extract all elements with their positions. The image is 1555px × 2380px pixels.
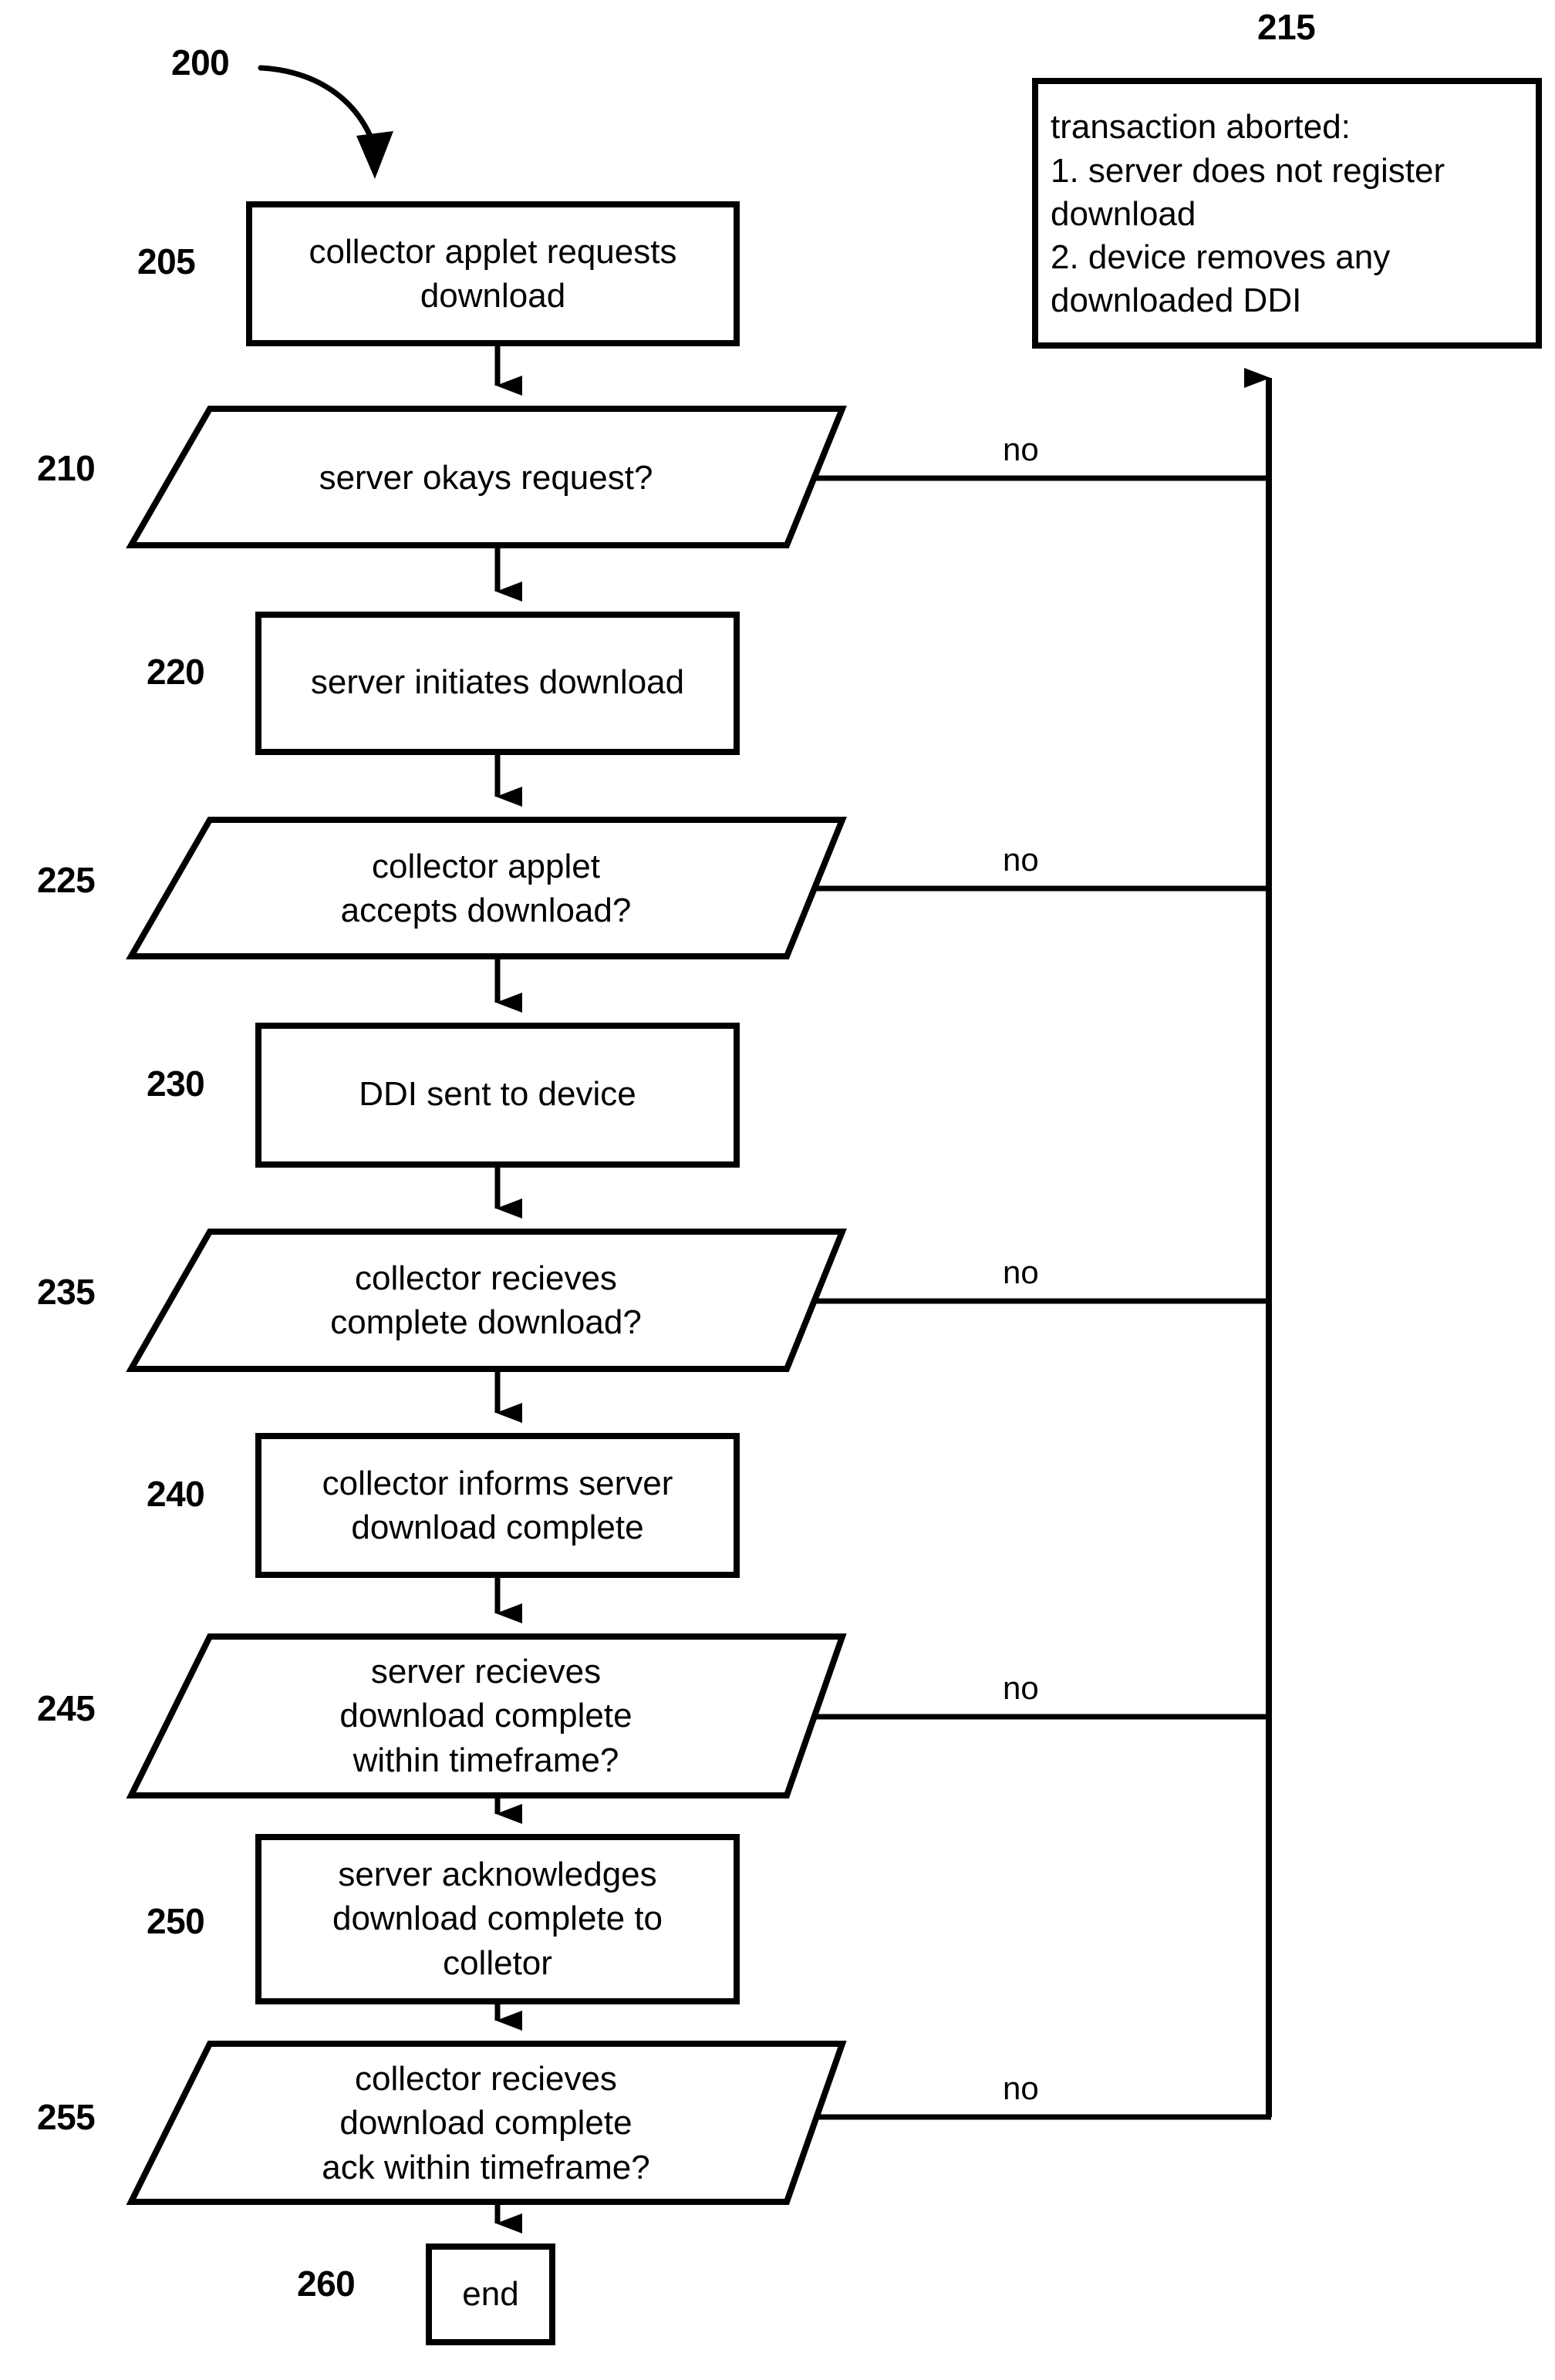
node-205-ref: 205 <box>137 241 196 281</box>
node-260[interactable] <box>429 2247 552 2342</box>
node-250-ref: 250 <box>147 1901 205 1941</box>
branch-label-no-235: no <box>1003 1254 1039 1290</box>
node-240-ref: 240 <box>147 1474 205 1514</box>
branch-label-no-210: no <box>1003 431 1039 467</box>
node-255[interactable] <box>131 2044 842 2202</box>
node-250[interactable] <box>258 1837 737 2001</box>
node-245[interactable] <box>131 1637 842 1795</box>
node-230[interactable] <box>258 1026 737 1165</box>
node-215[interactable] <box>1035 81 1539 346</box>
node-235-ref: 235 <box>37 1272 96 1312</box>
no-branch-connectors <box>815 475 1271 2120</box>
branch-label-no-245: no <box>1003 1670 1039 1706</box>
figure-ref-number: 200 <box>171 42 230 83</box>
node-230-ref: 230 <box>147 1064 205 1104</box>
node-225[interactable] <box>131 820 842 956</box>
flowchart-vector-layer <box>126 65 1542 2345</box>
node-210[interactable] <box>131 409 842 545</box>
branch-label-no-255: no <box>1003 2070 1039 2106</box>
node-220[interactable] <box>258 615 737 752</box>
flowchart-figure: 200 205 collector applet requests downlo… <box>0 0 1555 2380</box>
node-215-ref: 215 <box>1257 7 1316 47</box>
node-220-ref: 220 <box>147 652 205 692</box>
figure-ref-arrow <box>258 65 393 179</box>
node-235[interactable] <box>131 1232 842 1369</box>
node-205[interactable] <box>249 204 737 343</box>
node-210-ref: 210 <box>37 448 96 488</box>
node-260-ref: 260 <box>297 2264 356 2304</box>
node-225-ref: 225 <box>37 860 96 900</box>
node-240[interactable] <box>258 1436 737 1575</box>
node-245-ref: 245 <box>37 1688 96 1728</box>
branch-label-no-225: no <box>1003 841 1039 878</box>
node-255-ref: 255 <box>37 2097 96 2137</box>
